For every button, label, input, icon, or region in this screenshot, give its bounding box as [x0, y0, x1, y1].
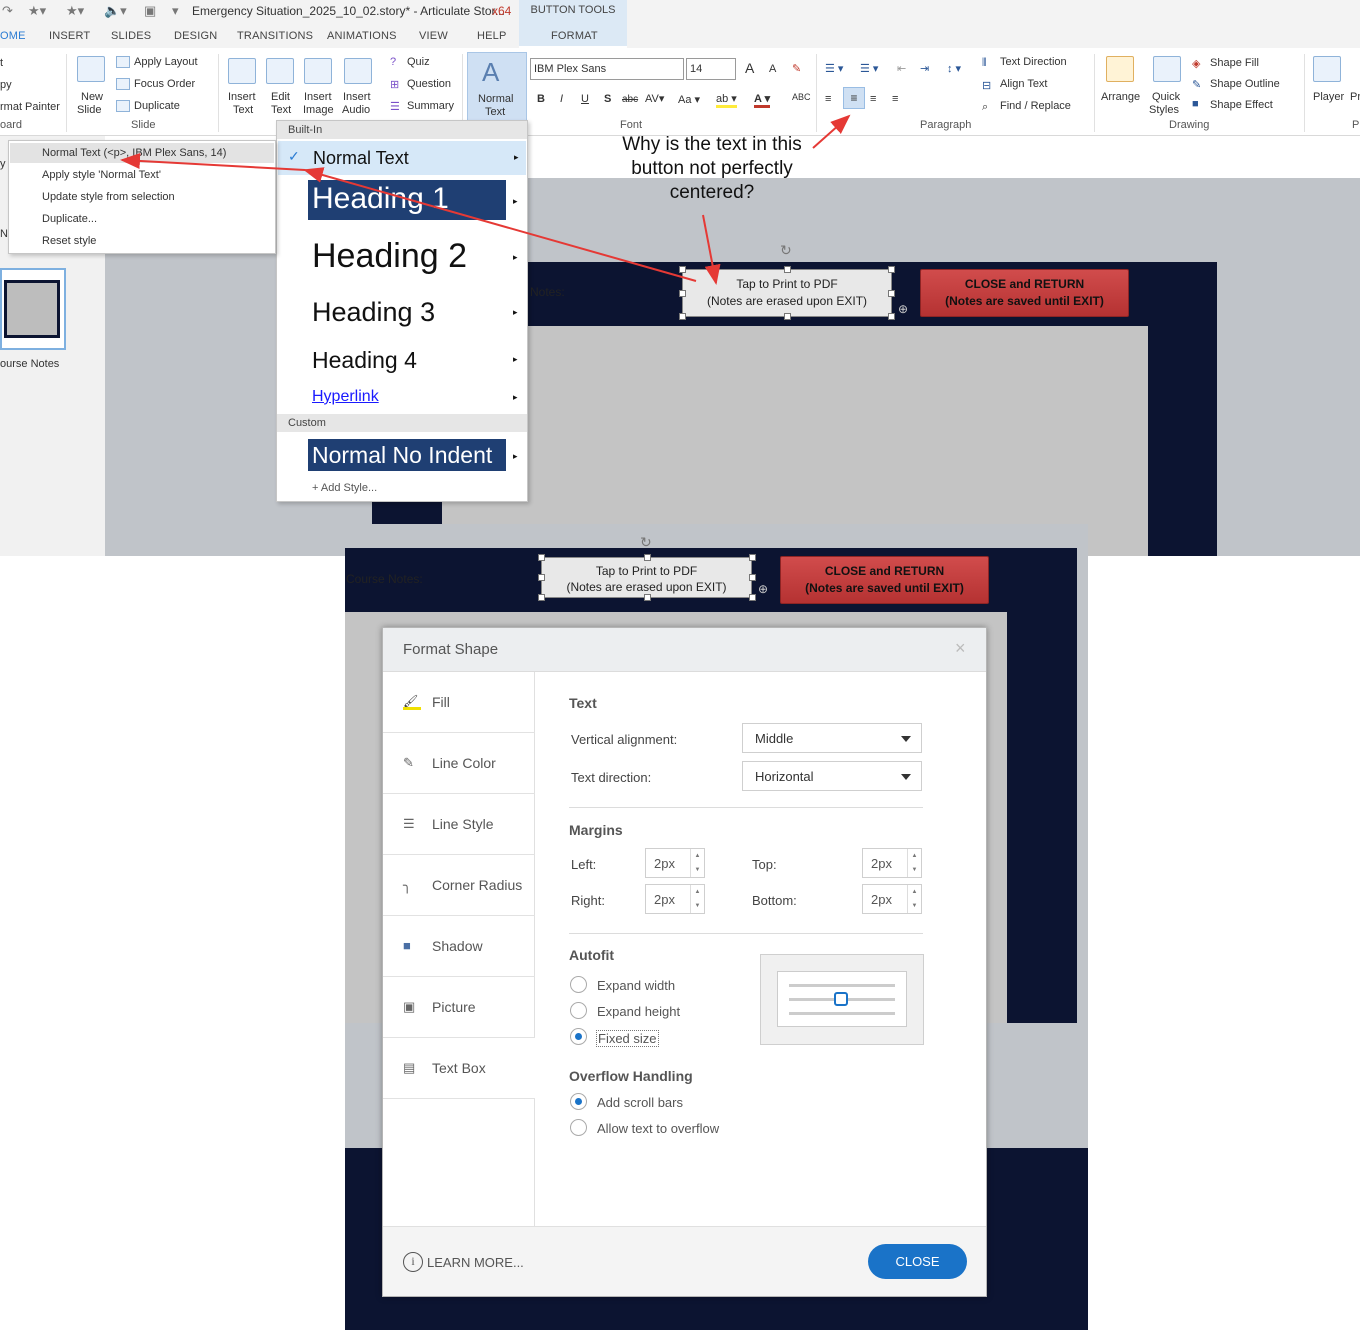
- arrow-to-normal-text: [303, 167, 697, 282]
- arrow-to-context-menu: [120, 152, 306, 171]
- arrow-to-align-center: [812, 114, 851, 149]
- arrow-to-button: [702, 214, 721, 285]
- annotation-arrows: [120, 114, 851, 285]
